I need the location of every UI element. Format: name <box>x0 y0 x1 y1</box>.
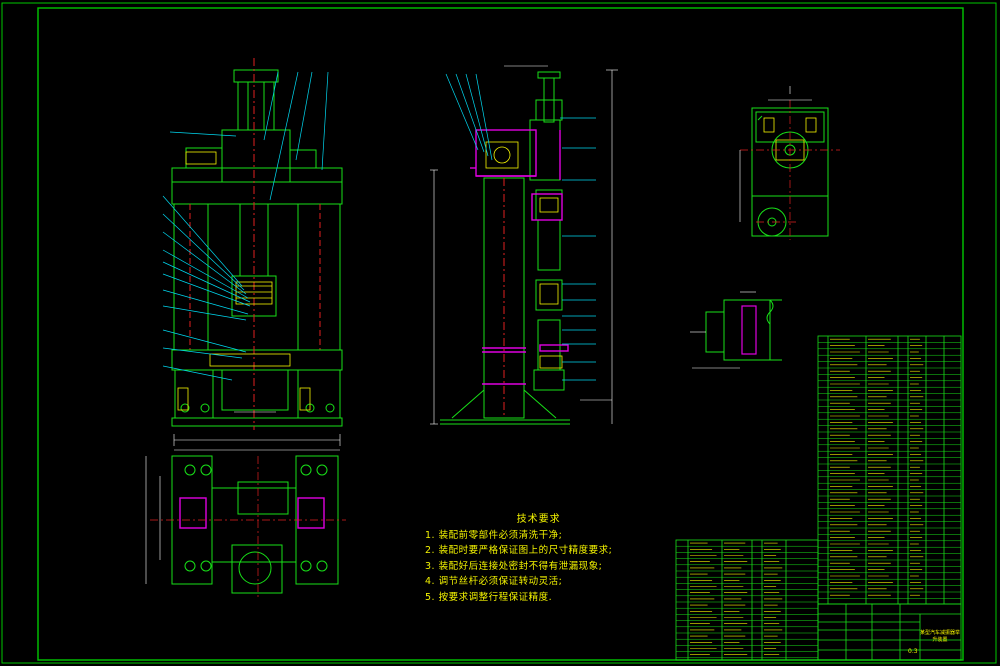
plan-view-section <box>179 497 325 529</box>
technical-requirement-3: 3. 装配好后连接处密封不得有泄漏现象; <box>425 560 603 572</box>
section-a-centerlines <box>740 100 840 240</box>
technical-requirement-2: 2. 装配时要严格保证图上的尺寸精度要求; <box>425 545 613 556</box>
technical-requirements: 技术要求 1. 装配前零部件必须清洗干净; 2. 装配时要严格保证图上的尺寸精度… <box>425 512 612 605</box>
parts-list-entries <box>830 338 924 596</box>
technical-requirement-4: 4. 调节丝杆必须保证转动灵活; <box>425 576 563 587</box>
parts-list-rows <box>818 342 961 599</box>
detail-b-view <box>705 299 782 361</box>
technical-requirement-5: 5. 按要求调整行程保证精度. <box>425 591 553 603</box>
front-view-leaders <box>162 71 329 381</box>
side-view-section <box>470 129 569 385</box>
parts-list-table <box>817 335 962 605</box>
technical-requirements-title: 技术要求 <box>516 514 561 525</box>
front-view <box>171 58 343 430</box>
technical-requirement-1: 1. 装配前零部件必须清洗干净; <box>425 529 563 541</box>
plan-view <box>171 455 339 594</box>
detail-b-dimensions <box>690 291 756 369</box>
sheet-number: 0.3 <box>908 648 918 655</box>
lower-parts-list-entries <box>690 542 783 656</box>
detail-b-details <box>741 305 757 355</box>
front-view-details <box>177 151 311 411</box>
side-view-leaders <box>445 73 596 381</box>
lower-parts-list-rows <box>676 545 818 659</box>
drawing-title: 某型汽车减振器举升装置 <box>920 630 961 643</box>
side-view <box>440 71 570 425</box>
